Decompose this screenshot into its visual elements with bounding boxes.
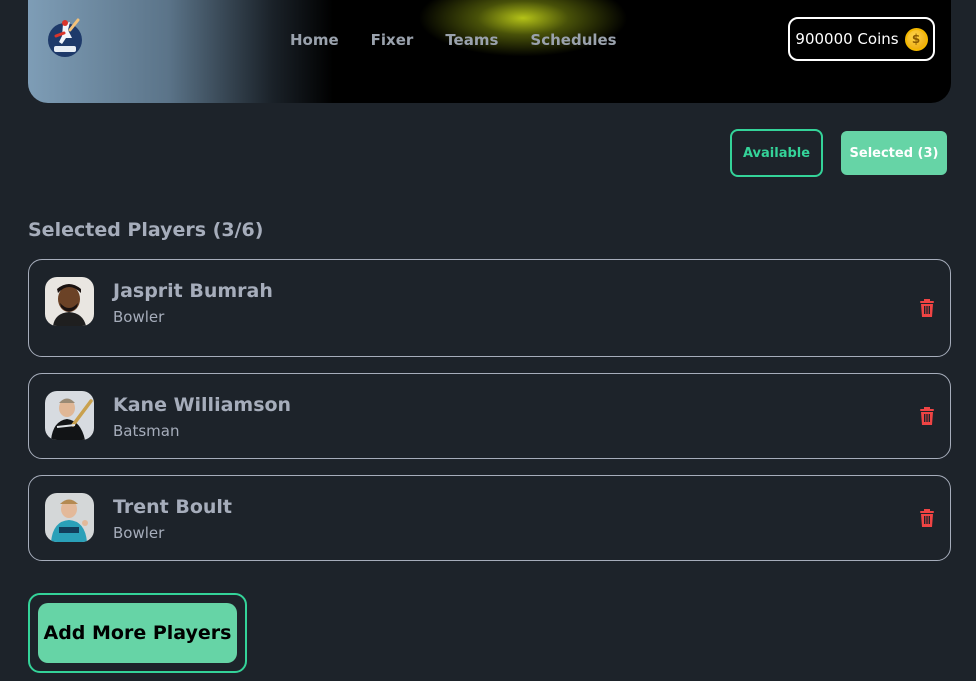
player-avatar [45, 391, 94, 440]
nav-teams[interactable]: Teams [445, 31, 498, 49]
player-name: Jasprit Bumrah [113, 280, 273, 302]
page: Home Fixer Teams Schedules 900000 Coins … [0, 0, 976, 681]
header-bar: Home Fixer Teams Schedules 900000 Coins … [28, 0, 951, 103]
player-name: Trent Boult [113, 496, 233, 518]
trash-icon[interactable] [919, 407, 935, 425]
player-role: Bowler [113, 308, 165, 326]
section-title: Selected Players (3/6) [28, 219, 264, 241]
trash-icon[interactable] [919, 299, 935, 317]
main-nav: Home Fixer Teams Schedules [290, 31, 617, 49]
nav-fixer[interactable]: Fixer [371, 31, 414, 49]
player-card: Jasprit Bumrah Bowler [28, 259, 951, 357]
nav-home[interactable]: Home [290, 31, 339, 49]
nav-schedules[interactable]: Schedules [530, 31, 616, 49]
player-card: Trent Boult Bowler [28, 475, 951, 561]
add-more-players-button[interactable]: Add More Players [38, 603, 237, 663]
trash-icon[interactable] [919, 509, 935, 527]
player-avatar [45, 277, 94, 326]
tab-available[interactable]: Available [730, 129, 823, 177]
player-card: Kane Williamson Batsman [28, 373, 951, 459]
tab-selected[interactable]: Selected (3) [841, 131, 947, 175]
cricket-logo-icon[interactable] [44, 16, 86, 60]
player-role: Batsman [113, 422, 180, 440]
player-role: Bowler [113, 524, 165, 542]
add-players-outline: Add More Players [28, 593, 247, 673]
dollar-coin-icon: $ [904, 27, 928, 51]
coin-symbol: $ [911, 32, 921, 46]
player-avatar [45, 493, 94, 542]
coins-label: 900000 Coins [795, 30, 899, 48]
player-name: Kane Williamson [113, 394, 292, 416]
coins-balance[interactable]: 900000 Coins $ [788, 17, 935, 61]
